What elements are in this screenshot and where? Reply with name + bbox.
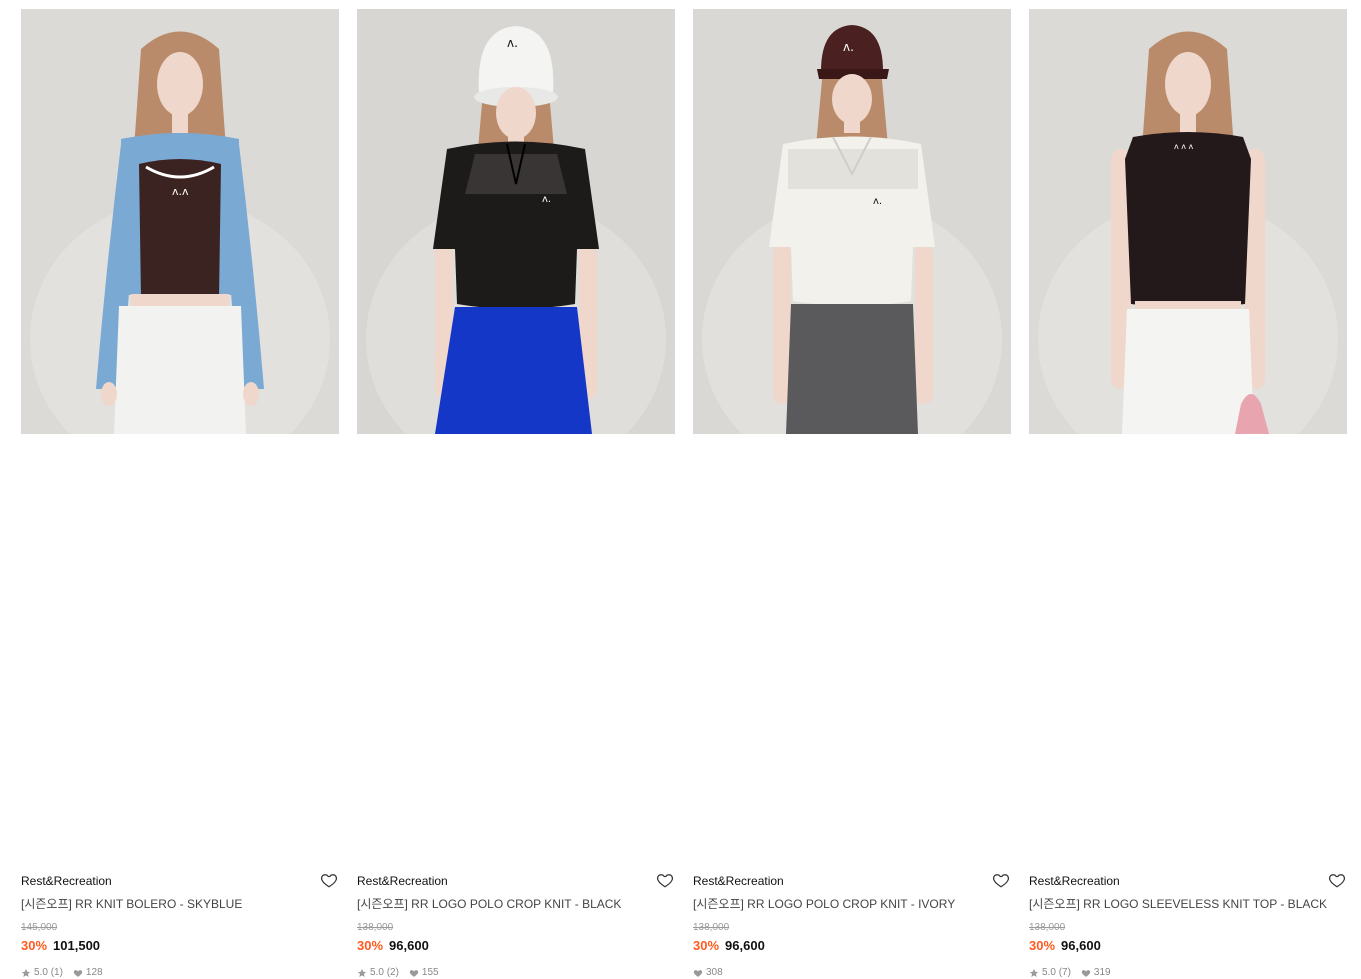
- product-stats: 5.0 (1) 128: [21, 967, 113, 979]
- sale-price: 101,500: [53, 938, 101, 953]
- rating-value: 5.0: [34, 967, 48, 978]
- heart-icon: [1081, 970, 1091, 977]
- discount-rate: 30%: [693, 938, 720, 953]
- product-image[interactable]: ʌ ʌ ʌ: [1029, 9, 1347, 434]
- sale-price: 96,600: [1061, 938, 1101, 953]
- brand-name[interactable]: Rest&Recreation: [21, 874, 112, 888]
- review-count: (1): [50, 967, 63, 978]
- svg-text:ʌ ʌ ʌ: ʌ ʌ ʌ: [1174, 142, 1194, 151]
- product-card[interactable]: ʌ. ʌ. Rest&Recreation [시즌오프] RR LOGO POL…: [357, 9, 675, 978]
- wishlist-heart-icon[interactable]: [320, 871, 338, 889]
- model-photo: ʌ ʌ ʌ: [1029, 9, 1347, 434]
- price-row: 30% 96,600: [357, 938, 429, 954]
- product-image[interactable]: ʌ.ʌ: [21, 9, 339, 434]
- heart-icon: [409, 970, 419, 977]
- original-price: 138,000: [357, 922, 394, 933]
- svg-text:ʌ.ʌ: ʌ.ʌ: [172, 185, 189, 198]
- heart-icon: [693, 970, 703, 977]
- original-price: 138,000: [693, 922, 730, 933]
- wishlist-heart-icon[interactable]: [656, 871, 674, 889]
- price-row: 30% 96,600: [693, 938, 765, 954]
- product-stats: 308: [693, 967, 733, 979]
- product-card[interactable]: ʌ.ʌ Rest&Recreation [시즌오프] RR KNIT BOLER…: [21, 9, 339, 978]
- product-grid: ʌ.ʌ Rest&Recreation [시즌오프] RR KNIT BOLER…: [0, 0, 1361, 978]
- discount-rate: 30%: [21, 938, 48, 953]
- discount-rate: 30%: [1029, 938, 1056, 953]
- rating: 5.0 (7): [1029, 967, 1071, 979]
- like-count: 308: [706, 967, 723, 978]
- product-name[interactable]: [시즌오프] RR LOGO SLEEVELESS KNIT TOP - BLA…: [1029, 897, 1329, 911]
- svg-text:ʌ.: ʌ.: [873, 196, 882, 207]
- discount-rate: 30%: [357, 938, 384, 953]
- review-count: (7): [1058, 967, 1071, 978]
- sale-price: 96,600: [389, 938, 429, 953]
- price-row: 30% 101,500: [21, 938, 100, 954]
- likes: 308: [693, 967, 723, 979]
- rating: 5.0 (2): [357, 967, 399, 979]
- original-price: 138,000: [1029, 922, 1066, 933]
- product-name[interactable]: [시즌오프] RR LOGO POLO CROP KNIT - BLACK: [357, 897, 657, 911]
- star-icon: [1029, 968, 1039, 977]
- brand-name[interactable]: Rest&Recreation: [1029, 874, 1120, 888]
- heart-icon: [73, 970, 83, 977]
- likes: 155: [409, 967, 439, 979]
- rating-value: 5.0: [370, 967, 384, 978]
- review-count: (2): [386, 967, 399, 978]
- wishlist-heart-icon[interactable]: [1328, 871, 1346, 889]
- svg-text:ʌ.: ʌ.: [843, 40, 854, 54]
- svg-text:ʌ.: ʌ.: [507, 36, 518, 50]
- model-photo: ʌ.ʌ: [21, 9, 339, 434]
- model-photo: ʌ. ʌ.: [357, 9, 675, 434]
- likes: 128: [73, 967, 103, 979]
- svg-text:ʌ.: ʌ.: [542, 194, 551, 205]
- product-stats: 5.0 (7) 319: [1029, 967, 1121, 979]
- brand-name[interactable]: Rest&Recreation: [693, 874, 784, 888]
- product-image[interactable]: ʌ. ʌ.: [693, 9, 1011, 434]
- product-name[interactable]: [시즌오프] RR LOGO POLO CROP KNIT - IVORY: [693, 897, 993, 911]
- rating: 5.0 (1): [21, 967, 63, 979]
- rating-value: 5.0: [1042, 967, 1056, 978]
- original-price: 145,000: [21, 922, 58, 933]
- likes: 319: [1081, 967, 1111, 979]
- model-photo: ʌ. ʌ.: [693, 9, 1011, 434]
- like-count: 128: [85, 967, 103, 978]
- star-icon: [357, 968, 367, 977]
- price-row: 30% 96,600: [1029, 938, 1101, 954]
- product-image[interactable]: ʌ. ʌ.: [357, 9, 675, 434]
- brand-name[interactable]: Rest&Recreation: [357, 874, 448, 888]
- like-count: 319: [1093, 967, 1111, 978]
- product-card[interactable]: ʌ ʌ ʌ Rest&Recreation [시즌오프] RR LOGO SLE…: [1029, 9, 1347, 978]
- star-icon: [21, 968, 31, 977]
- product-name[interactable]: [시즌오프] RR KNIT BOLERO - SKYBLUE: [21, 897, 321, 911]
- product-stats: 5.0 (2) 155: [357, 967, 449, 979]
- sale-price: 96,600: [725, 938, 765, 953]
- product-card[interactable]: ʌ. ʌ. Rest&Recreation [시즌오프] RR LOGO POL…: [693, 9, 1011, 978]
- like-count: 155: [421, 967, 439, 978]
- wishlist-heart-icon[interactable]: [992, 871, 1010, 889]
